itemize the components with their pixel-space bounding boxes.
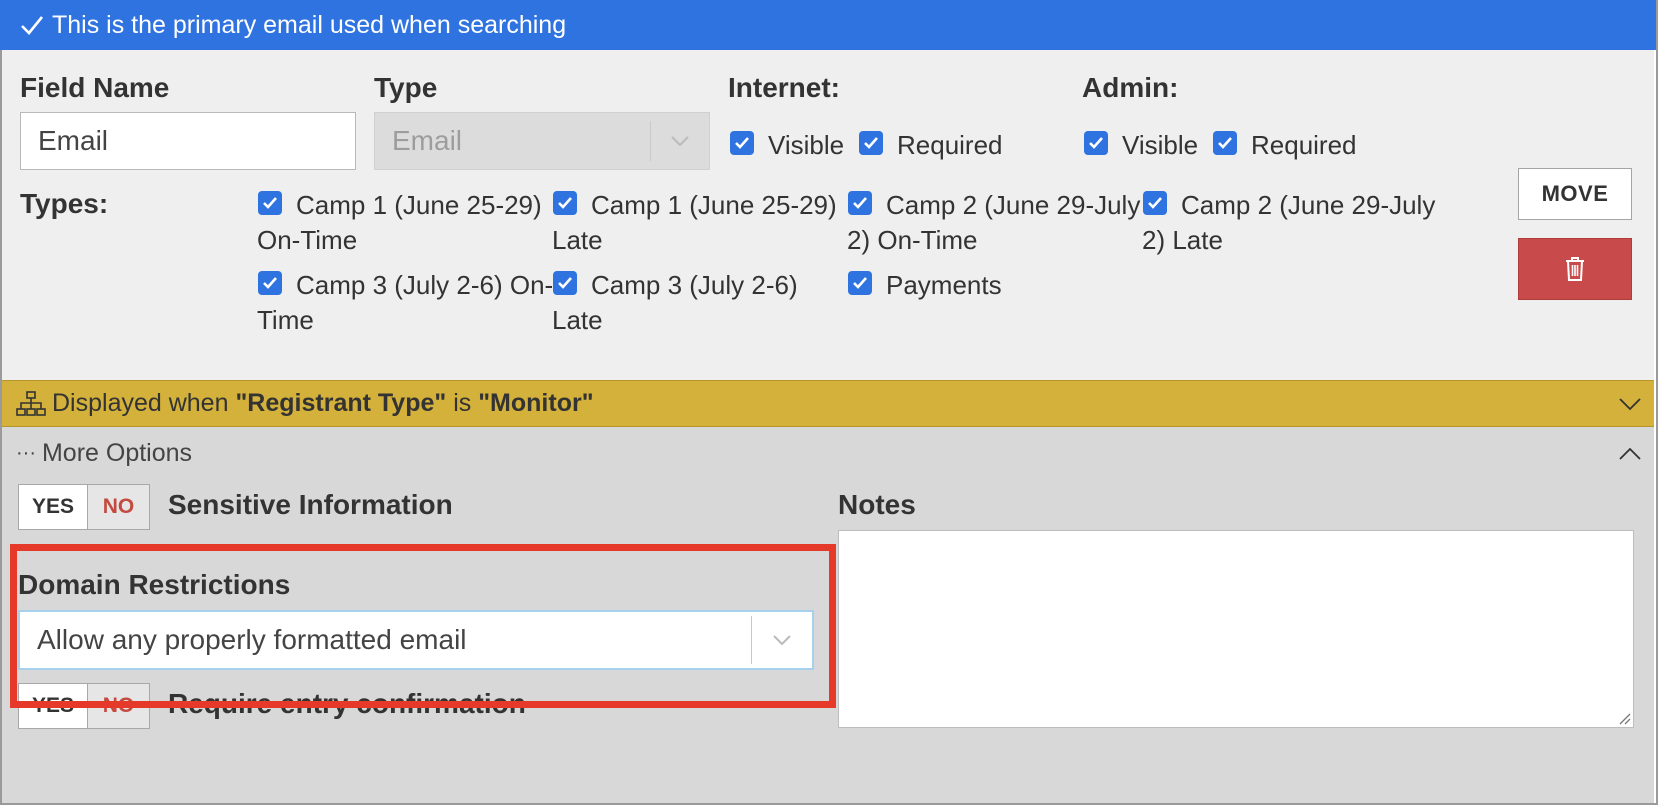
domain-restrictions-select[interactable]: Allow any properly formatted email: [18, 610, 814, 670]
resize-handle-icon[interactable]: [1617, 711, 1631, 725]
primary-email-banner: This is the primary email used when sear…: [0, 0, 1656, 50]
type-label-line2: 2) On-Time: [847, 225, 978, 255]
confirmation-toggle[interactable]: YES NO: [18, 683, 150, 729]
type-label-line1: Camp 2 (June 29-July: [1181, 190, 1436, 220]
type-label-line2: Late: [552, 305, 603, 335]
condition-value: "Monitor": [478, 389, 594, 417]
admin-visible-label: Visible: [1122, 130, 1199, 160]
type-label-line2: Late: [552, 225, 603, 255]
type-label-line1: Camp 1 (June 25-29): [591, 190, 837, 220]
type-label-line1: Camp 3 (July 2-6) On-: [296, 270, 554, 300]
sensitive-information-label: Sensitive Information: [168, 489, 453, 520]
internet-visible-checkbox[interactable]: [730, 131, 754, 155]
domain-restrictions-value: Allow any properly formatted email: [37, 624, 467, 655]
type-label-line2: 2) Late: [1142, 225, 1223, 255]
notes-textarea[interactable]: [838, 530, 1634, 728]
more-options-title: More Options: [41, 439, 193, 467]
toggle-no[interactable]: NO: [88, 485, 149, 529]
require-confirmation-label: Require entry confirmation: [168, 688, 526, 719]
ellipsis-icon: ···: [16, 442, 36, 464]
move-button[interactable]: MOVE: [1518, 168, 1632, 220]
internet-required-label: Required: [897, 130, 1003, 160]
admin-visible-checkbox[interactable]: [1084, 131, 1108, 155]
type-label: Type: [374, 72, 438, 103]
condition-prefix: Displayed when: [52, 389, 229, 417]
condition-is: is: [453, 389, 472, 417]
type-checkbox[interactable]: [848, 191, 872, 215]
type-checkbox[interactable]: [258, 191, 282, 215]
admin-required-checkbox[interactable]: [1213, 131, 1237, 155]
type-checkbox[interactable]: [848, 271, 872, 295]
sensitive-toggle[interactable]: YES NO: [18, 484, 150, 530]
type-select-value: Email: [392, 125, 463, 156]
internet-visible-label: Visible: [768, 130, 845, 160]
chevron-down-icon: [751, 616, 812, 664]
chevron-down-icon: [650, 121, 709, 161]
field-settings-panel: Field Name Email Type Email Internet: Vi…: [2, 50, 1654, 380]
type-checkbox[interactable]: [258, 271, 282, 295]
hierarchy-icon: [16, 390, 46, 416]
type-label-line2: Time: [257, 305, 314, 335]
types-label: Types:: [20, 188, 109, 219]
type-label-line2: On-Time: [257, 225, 358, 255]
type-checkbox[interactable]: [553, 191, 577, 215]
type-checkbox[interactable]: [553, 271, 577, 295]
internet-required-checkbox[interactable]: [859, 131, 883, 155]
banner-text: This is the primary email used when sear…: [52, 10, 567, 39]
type-label-line1: Camp 2 (June 29-July: [886, 190, 1141, 220]
display-condition-bar[interactable]: Displayed when "Registrant Type" is "Mon…: [2, 380, 1654, 427]
internet-label: Internet:: [728, 72, 840, 103]
notes-label: Notes: [838, 489, 916, 520]
chevron-up-icon[interactable]: [1618, 447, 1642, 461]
domain-restrictions-label: Domain Restrictions: [18, 569, 291, 600]
field-name-label: Field Name: [20, 72, 170, 103]
admin-required-label: Required: [1251, 130, 1357, 160]
toggle-yes[interactable]: YES: [19, 485, 88, 529]
type-checkbox[interactable]: [1143, 191, 1167, 215]
delete-button[interactable]: [1518, 238, 1632, 300]
field-name-input[interactable]: Email: [20, 112, 356, 170]
admin-label: Admin:: [1082, 72, 1179, 103]
type-label-line1: Camp 1 (June 25-29): [296, 190, 542, 220]
chevron-down-icon[interactable]: [1618, 397, 1642, 411]
trash-icon: [1566, 257, 1584, 281]
type-label-line1: Payments: [886, 270, 1002, 300]
type-select: Email: [374, 112, 710, 170]
toggle-yes[interactable]: YES: [19, 684, 88, 728]
type-label-line1: Camp 3 (July 2-6): [591, 270, 798, 300]
more-options-header[interactable]: ··· More Options: [16, 439, 192, 468]
condition-field: "Registrant Type": [235, 389, 447, 417]
toggle-no[interactable]: NO: [88, 684, 149, 728]
checkmark-icon: [21, 16, 44, 35]
